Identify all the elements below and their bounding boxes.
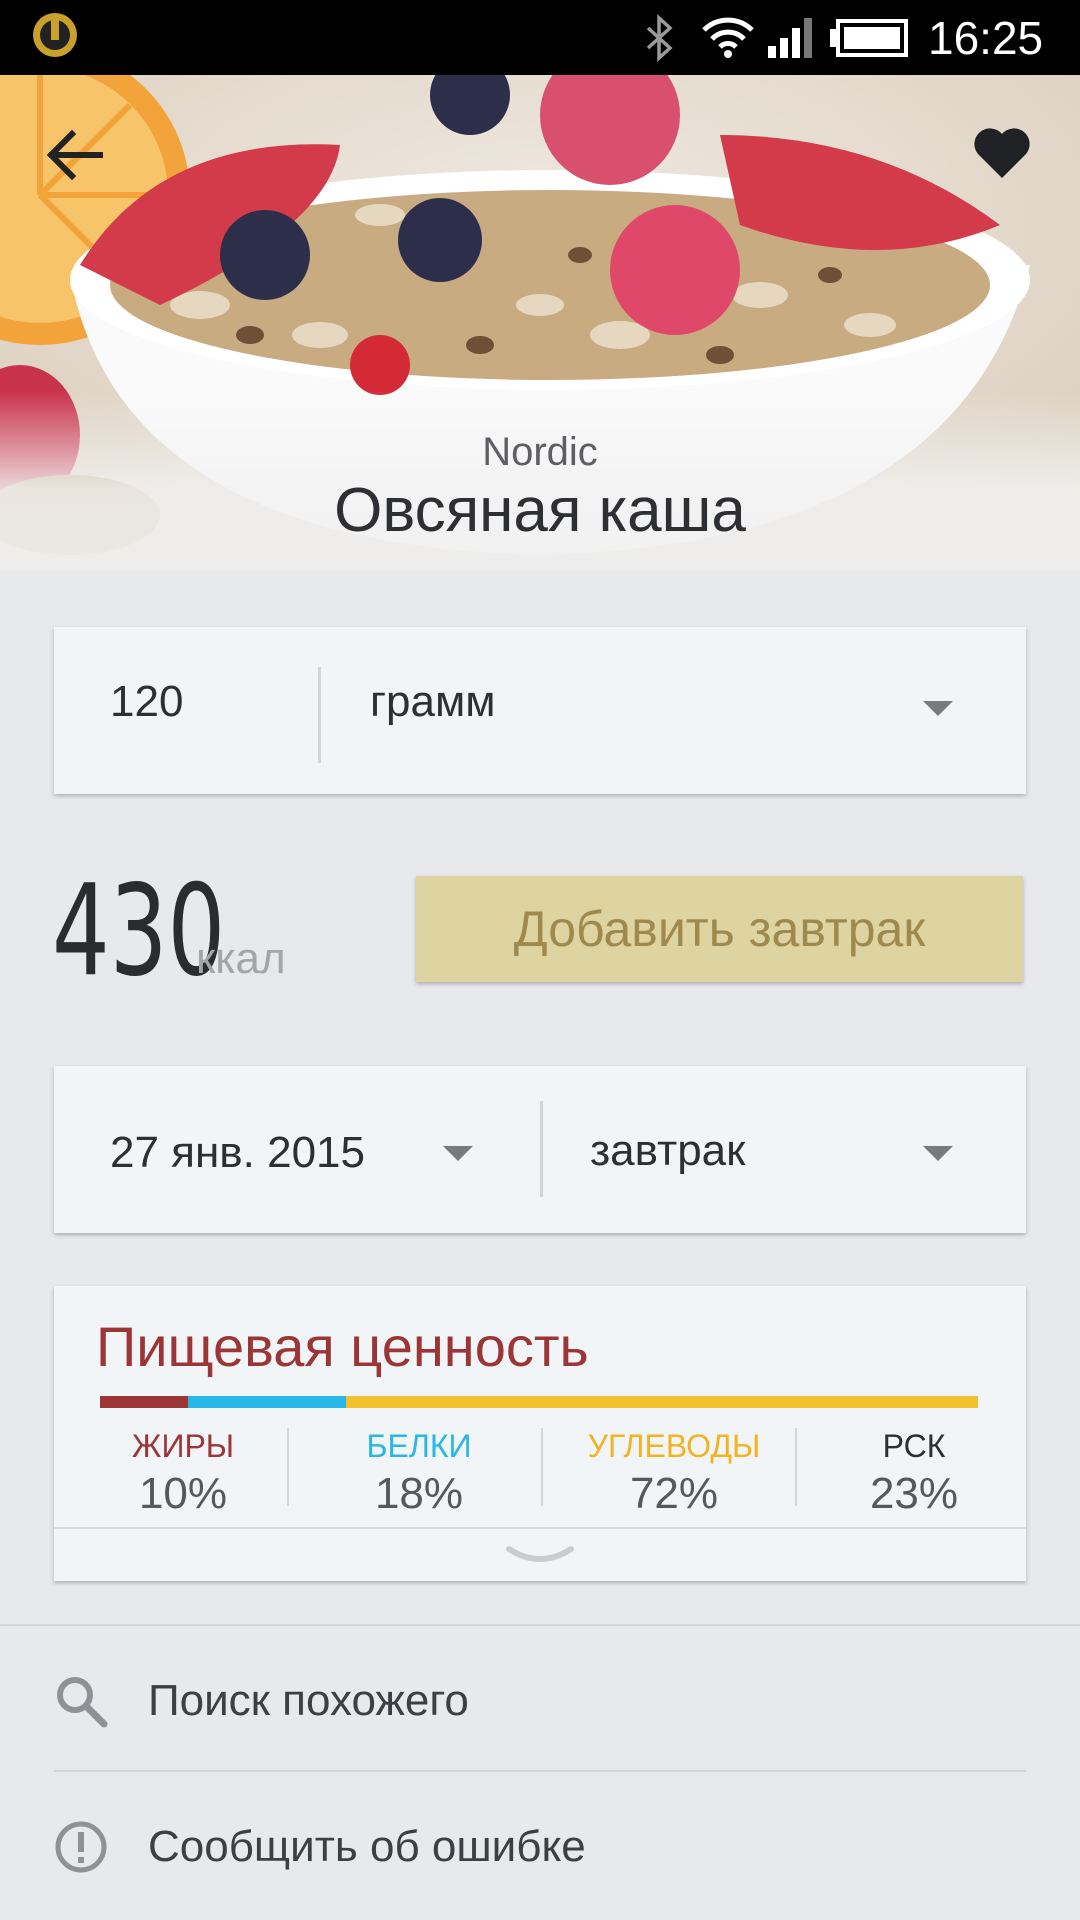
macro-value: 23% bbox=[869, 1469, 959, 1518]
bluetooth-icon bbox=[646, 14, 673, 62]
macro-label: БЕЛКИ bbox=[366, 1428, 472, 1464]
expand-nutrition-button[interactable] bbox=[54, 1527, 1026, 1583]
chevron-down-icon[interactable] bbox=[923, 701, 953, 716]
macro-rsk: РСК 23% bbox=[814, 1426, 1014, 1520]
macro-value: 10% bbox=[138, 1469, 228, 1518]
macro-bar-carbs bbox=[345, 1396, 978, 1408]
macro-bar bbox=[100, 1396, 978, 1408]
macro-bar-fat bbox=[100, 1396, 188, 1408]
signal-icon bbox=[768, 18, 812, 58]
macro-label: УГЛЕВОДЫ bbox=[587, 1428, 761, 1464]
chevron-down-icon[interactable] bbox=[923, 1146, 953, 1161]
macro-label: ЖИРЫ bbox=[131, 1428, 235, 1464]
macro-label: РСК bbox=[882, 1428, 946, 1464]
find-similar-label: Поиск похожего bbox=[148, 1676, 469, 1725]
status-bar: 16:25 bbox=[0, 0, 1080, 75]
divider bbox=[541, 1428, 543, 1506]
food-title: Овсяная каша bbox=[334, 476, 746, 545]
divider bbox=[540, 1101, 543, 1197]
macro-carbs: УГЛЕВОДЫ 72% bbox=[554, 1426, 794, 1520]
nutrition-title: Пищевая ценность bbox=[96, 1315, 589, 1378]
calories-unit: ккал bbox=[196, 934, 286, 983]
search-icon bbox=[57, 1677, 108, 1728]
add-breakfast-button[interactable]: Добавить завтрак bbox=[416, 876, 1023, 982]
app-logo-icon bbox=[33, 13, 77, 57]
divider bbox=[318, 667, 321, 763]
wifi-icon bbox=[702, 17, 754, 58]
quantity-input[interactable]: 120 bbox=[110, 677, 183, 727]
macro-fat: ЖИРЫ 10% bbox=[88, 1426, 278, 1520]
section-divider bbox=[0, 1624, 1080, 1626]
report-error-item[interactable]: Сообщить об ошибке bbox=[0, 1776, 1080, 1916]
find-similar-item[interactable]: Поиск похожего bbox=[0, 1630, 1080, 1770]
macro-value: 18% bbox=[374, 1469, 464, 1518]
divider bbox=[287, 1428, 289, 1506]
portion-selector: 120 грамм bbox=[54, 627, 1026, 794]
hero-image: Nordic Овсяная каша bbox=[0, 75, 1080, 570]
unit-dropdown[interactable]: грамм bbox=[370, 677, 496, 727]
status-time: 16:25 bbox=[928, 12, 1044, 64]
chevron-down-icon[interactable] bbox=[443, 1146, 473, 1161]
date-dropdown[interactable]: 27 янв. 2015 bbox=[110, 1128, 365, 1178]
battery-icon bbox=[830, 19, 908, 57]
macro-bar-protein bbox=[187, 1396, 346, 1408]
meal-type-dropdown[interactable]: завтрак bbox=[590, 1126, 745, 1176]
report-error-label: Сообщить об ошибке bbox=[148, 1822, 586, 1871]
nutrition-card: Пищевая ценность ЖИРЫ 10% БЕЛКИ 18% УГЛЕ… bbox=[54, 1286, 1026, 1581]
macro-value: 72% bbox=[629, 1469, 719, 1518]
macro-protein: БЕЛКИ 18% bbox=[324, 1426, 514, 1520]
divider bbox=[54, 1770, 1026, 1772]
meal-selector: 27 янв. 2015 завтрак bbox=[54, 1066, 1026, 1233]
brand-name: Nordic bbox=[482, 430, 598, 474]
back-arrow-icon[interactable] bbox=[40, 120, 110, 190]
divider bbox=[795, 1428, 797, 1506]
heart-icon[interactable] bbox=[970, 120, 1035, 185]
chevron-down-icon bbox=[506, 1546, 574, 1562]
alert-circle-icon bbox=[55, 1821, 107, 1873]
